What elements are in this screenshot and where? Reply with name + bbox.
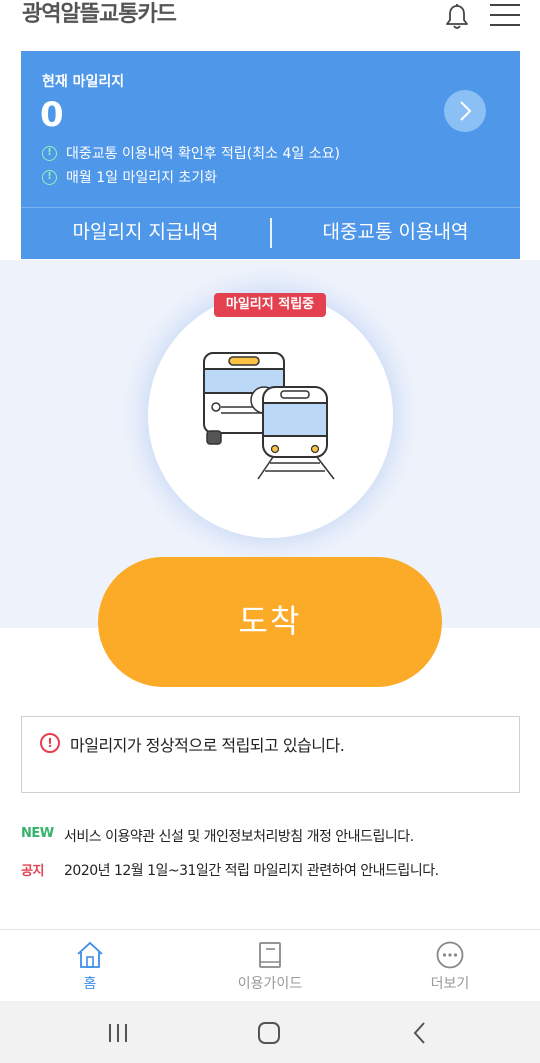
notice-tag: 공지: [21, 864, 44, 879]
more-icon: [436, 941, 464, 969]
mileage-note: ! 대중교통 이용내역 확인후 적립(최소 4일 소요): [42, 143, 340, 163]
chevron-right-icon: [460, 101, 472, 121]
mileage-detail-button[interactable]: [444, 90, 486, 132]
notice-item[interactable]: NEW 서비스 이용약관 신설 및 개인정보처리방침 개정 안내드립니다.: [21, 826, 414, 846]
recent-apps-icon[interactable]: [103, 1019, 133, 1047]
nav-label: 이용가이드: [237, 976, 303, 992]
bottom-navigation: 홈 이용가이드 더보기: [0, 929, 540, 1001]
info-icon: !: [42, 169, 57, 185]
nav-item-home[interactable]: 홈: [0, 930, 180, 1002]
status-message: 마일리지가 정상적으로 적립되고 있습니다.: [70, 736, 345, 755]
alert-icon: !: [40, 733, 60, 753]
mileage-note-text: 대중교통 이용내역 확인후 적립(최소 4일 소요): [66, 146, 340, 162]
nav-label: 홈: [83, 976, 97, 992]
notice-text: 2020년 12월 1일~31일간 적립 마일리지 관련하여 안내드립니다.: [64, 863, 439, 879]
book-icon: [259, 942, 281, 968]
home-icon: [77, 941, 103, 968]
tab-transit-history[interactable]: 대중교통 이용내역: [271, 208, 520, 259]
back-icon[interactable]: [405, 1019, 435, 1047]
nav-label: 더보기: [430, 976, 470, 992]
mileage-note-text: 매월 1일 마일리지 초기화: [66, 170, 218, 186]
mileage-card: 현재 마일리지 0 ! 대중교통 이용내역 확인후 적립(최소 4일 소요) !…: [21, 51, 520, 259]
bus-train-illustration: [203, 352, 335, 480]
app-title: 광역알뜰교통카드: [22, 2, 177, 27]
status-message-box: ! 마일리지가 정상적으로 적립되고 있습니다.: [21, 716, 520, 793]
nav-item-more[interactable]: 더보기: [360, 930, 540, 1002]
system-navigation-bar: [0, 1001, 540, 1063]
mileage-label: 현재 마일리지: [42, 74, 125, 90]
nav-item-guide[interactable]: 이용가이드: [180, 930, 360, 1002]
mileage-note: ! 매월 1일 마일리지 초기화: [42, 167, 217, 187]
mileage-value: 0: [40, 95, 64, 135]
tab-mileage-history[interactable]: 마일리지 지급내역: [21, 208, 270, 259]
arrive-button[interactable]: 도착: [98, 557, 442, 687]
info-icon: !: [42, 145, 57, 161]
notice-text: 서비스 이용약관 신설 및 개인정보처리방침 개정 안내드립니다.: [64, 829, 414, 845]
app-header: 광역알뜰교통카드: [0, 0, 540, 40]
status-badge: 마일리지 적립중: [214, 293, 326, 317]
notice-item[interactable]: 공지 2020년 12월 1일~31일간 적립 마일리지 관련하여 안내드립니다…: [21, 860, 439, 880]
home-button-icon[interactable]: [254, 1019, 284, 1047]
hamburger-menu-icon[interactable]: [490, 4, 520, 28]
notice-tag: NEW: [21, 826, 54, 841]
bell-icon[interactable]: [444, 3, 470, 31]
